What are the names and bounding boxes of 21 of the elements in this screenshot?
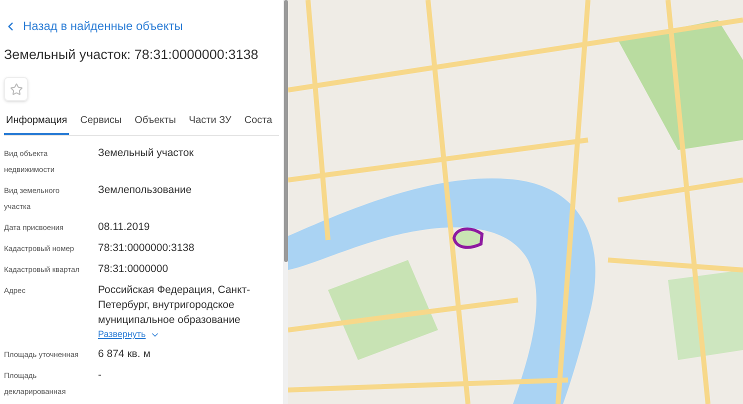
field-value: Землепользование <box>98 183 193 198</box>
field-value: Российская Федерация, Санкт-Петербург, внутригородское муниципальное образование <box>98 283 252 328</box>
page-title: Земельный участок: 78:31:0000000:3138 <box>4 46 260 64</box>
tab[interactable]: Соста <box>242 111 274 136</box>
scrollbar-thumb[interactable] <box>284 0 288 262</box>
field-value: 78:31:0000000:3138 <box>98 241 196 256</box>
star-icon <box>10 82 22 96</box>
field-value: 78:31:0000000 <box>98 262 170 278</box>
map-drawing[interactable] <box>288 0 743 404</box>
field-value: 6 874 кв. м <box>98 346 152 362</box>
back-link[interactable]: Назад в найденные объекты <box>4 17 279 35</box>
tab[interactable]: Части ЗУ <box>186 111 234 136</box>
tab[interactable]: Информация <box>4 111 70 136</box>
parcel-outline <box>452 228 484 249</box>
field-value: - <box>98 368 102 383</box>
field-value: 08.11.2019 <box>98 220 151 236</box>
expand-link[interactable]: Развернуть <box>98 328 279 342</box>
favorite-button[interactable] <box>4 77 28 102</box>
tab[interactable]: Сервисы <box>78 111 124 136</box>
tab[interactable]: Объекты <box>132 111 178 136</box>
field-value: Земельный участок <box>98 146 195 162</box>
